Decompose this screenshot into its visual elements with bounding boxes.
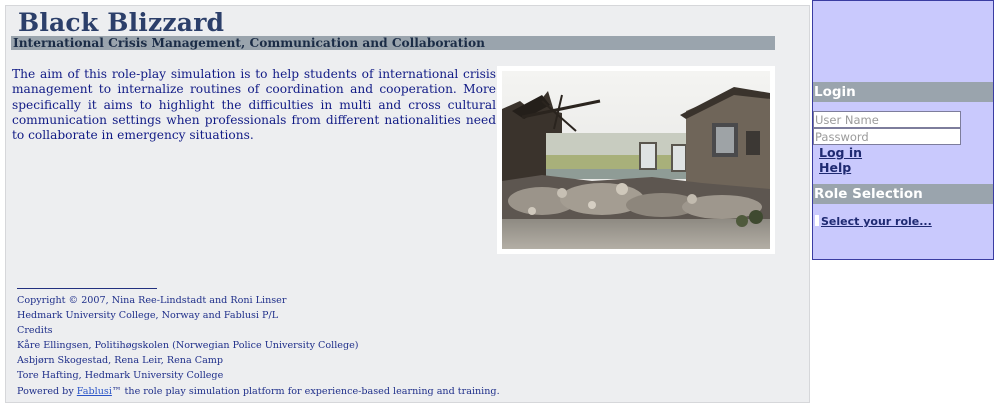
footer-institutions: Hedmark University College, Norway and F… (17, 310, 279, 322)
main-content-panel: Black Blizzard International Crisis Mana… (5, 5, 810, 403)
site-subtitle: International Crisis Management, Communi… (13, 36, 486, 50)
footer-credits-heading: Credits (17, 325, 53, 337)
role-marker-icon (815, 215, 819, 226)
footer: Copyright © 2007, Nina Ree-Lindstadt and… (17, 278, 500, 399)
fablusi-link[interactable]: Fablusi (77, 386, 112, 397)
site-title: Black Blizzard (18, 8, 225, 37)
ruined-building-image (502, 71, 770, 249)
login-header: Login (813, 82, 993, 102)
footer-credit-line: Asbjørn Skogestad, Rena Leir, Rena Camp (17, 355, 224, 367)
footer-copyright: Copyright © 2007, Nina Ree-Lindstadt and… (17, 295, 287, 306)
sidebar: Login Log in Help Role Selection Select … (812, 0, 994, 260)
help-link[interactable]: Help (819, 160, 851, 175)
footer-credit-line: Tore Hafting, Hedmark University College (17, 370, 224, 382)
login-link[interactable]: Log in (819, 145, 862, 160)
username-input[interactable] (813, 111, 961, 128)
powered-by-prefix: Powered by (17, 385, 77, 397)
select-role-link[interactable]: Select your role... (821, 215, 932, 228)
ruined-building-photo (497, 66, 775, 254)
footer-credit-line: Kåre Ellingsen, Politihøgskolen (Norwegi… (17, 340, 359, 352)
powered-by-suffix: ™ the role play simulation platform for … (111, 385, 500, 397)
intro-paragraph: The aim of this role-play simulation is … (12, 67, 496, 143)
footer-powered-by: Powered by Fablusi™ the role play simula… (17, 384, 500, 399)
role-selection-header: Role Selection (813, 184, 993, 204)
password-input[interactable] (813, 128, 961, 145)
